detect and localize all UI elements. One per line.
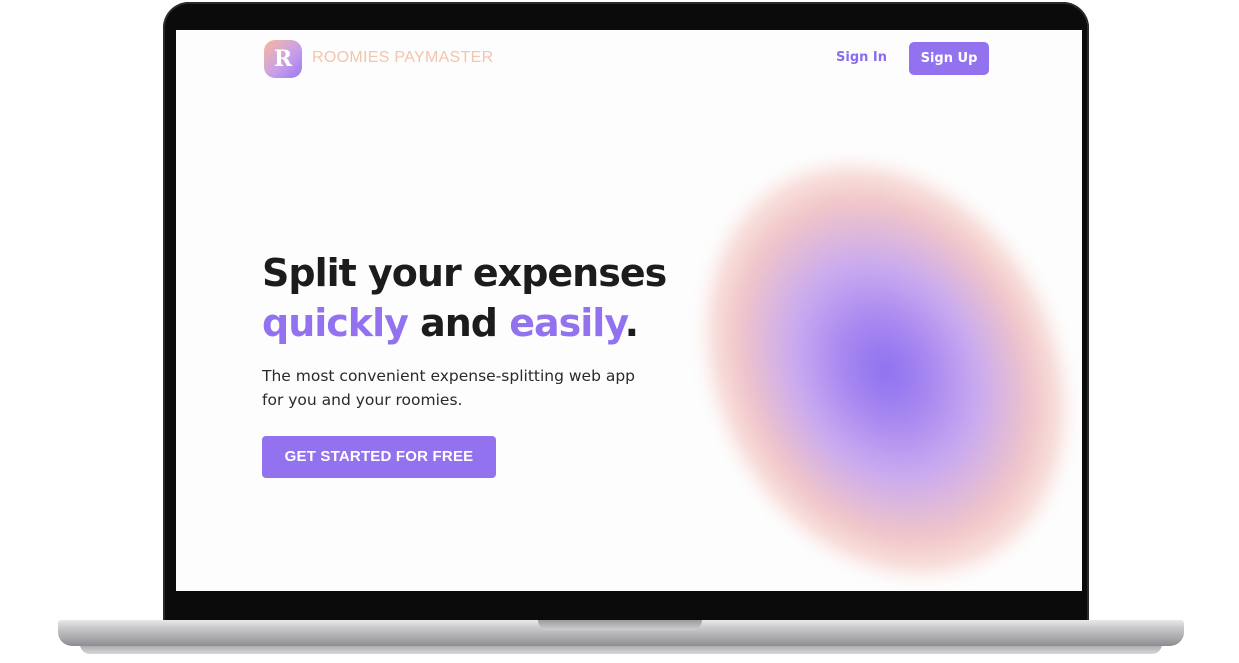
sign-up-button[interactable]: Sign Up [909, 42, 989, 75]
laptop-mockup: R ROOMIES PAYMASTER Sign In Sign Up Spli… [0, 0, 1239, 663]
headline-and: and [407, 301, 510, 345]
sign-in-link[interactable]: Sign In [836, 50, 887, 65]
subtitle-line-2: for you and your roomies. [262, 391, 463, 409]
brand-logo-icon[interactable]: R [264, 40, 302, 78]
top-navbar: R ROOMIES PAYMASTER Sign In Sign Up [176, 30, 1082, 90]
headline-line-2: quickly and easily. [262, 298, 742, 348]
headline-accent-easily: easily [509, 301, 625, 345]
laptop-opening-notch [538, 620, 702, 630]
headline-accent-quickly: quickly [262, 301, 409, 345]
hero-headline: Split your expenses quickly and easily. [262, 248, 742, 348]
headline-period: . [624, 301, 639, 345]
brand-name[interactable]: ROOMIES PAYMASTER [312, 49, 493, 67]
laptop-screen: R ROOMIES PAYMASTER Sign In Sign Up Spli… [176, 30, 1082, 591]
headline-line-1: Split your expenses [262, 251, 667, 295]
subtitle-line-1: The most convenient expense-splitting we… [262, 367, 636, 385]
hero-subtitle: The most convenient expense-splitting we… [262, 364, 682, 412]
get-started-button[interactable]: GET STARTED FOR FREE [262, 436, 496, 478]
